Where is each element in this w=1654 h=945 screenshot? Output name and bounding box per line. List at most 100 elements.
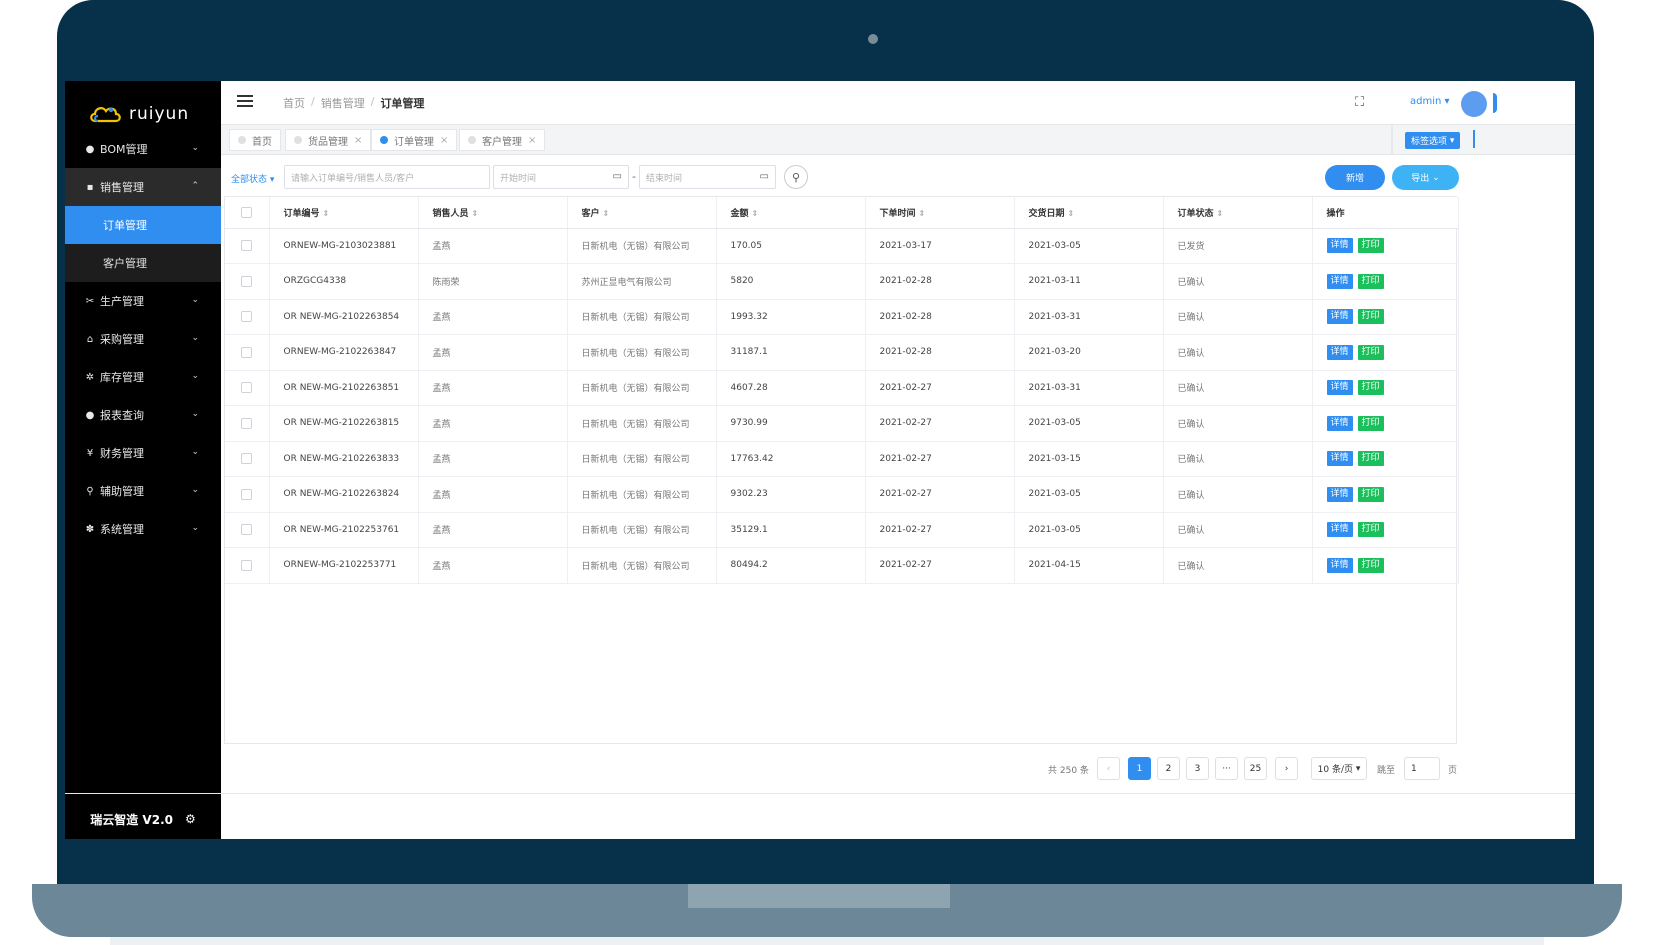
sidebar-subitem-customers[interactable]: 客户管理 <box>65 244 221 282</box>
tab-home[interactable]: 首页 <box>229 129 281 151</box>
select-all-checkbox[interactable] <box>241 206 253 218</box>
table-row[interactable]: OR NEW-MG-2102253761 孟燕 日新机电（无锡）有限公司 35129.… <box>225 512 1459 548</box>
row-checkbox[interactable] <box>241 559 253 571</box>
sidebar-item-sales[interactable]: ▪ 销售管理 ⌃ <box>65 168 221 206</box>
table-row[interactable]: ORNEW-MG-2103023881 孟燕 日新机电（无锡）有限公司 170.05 2… <box>225 228 1459 264</box>
detail-button[interactable]: 详情 <box>1326 451 1353 467</box>
column-header-amount[interactable]: 金额 ⇕ <box>716 197 866 229</box>
jump-page-input[interactable]: 1 <box>1404 757 1440 780</box>
row-checkbox[interactable] <box>241 240 253 252</box>
page-2-button[interactable]: 2 <box>1157 757 1180 780</box>
export-button[interactable]: 导出 ⌄ <box>1392 165 1459 190</box>
column-header-customer[interactable]: 客户 ⇕ <box>567 197 717 229</box>
table-row[interactable]: OR NEW-MG-2102263851 孟燕 日新机电（无锡）有限公司 4607.2… <box>225 370 1459 406</box>
table-row[interactable]: OR NEW-MG-2102263854 孟燕 日新机电（无锡）有限公司 1993.3… <box>225 299 1459 335</box>
page-size-label: 10 条/页 <box>1317 765 1353 775</box>
tab-options-divider <box>1391 125 1393 155</box>
print-button[interactable]: 打印 <box>1357 309 1384 325</box>
search-button[interactable]: ⚲ <box>784 165 808 189</box>
print-button[interactable]: 打印 <box>1357 522 1384 538</box>
date-range-separator: - <box>632 170 636 183</box>
column-header-delivery-date[interactable]: 交货日期 ⇕ <box>1014 197 1164 229</box>
detail-button[interactable]: 详情 <box>1326 238 1353 254</box>
row-checkbox[interactable] <box>241 275 253 287</box>
column-header-sales[interactable]: 销售人员 ⇕ <box>418 197 568 229</box>
print-button[interactable]: 打印 <box>1357 344 1384 360</box>
cloud-logo-icon <box>90 107 121 123</box>
row-checkbox-cell <box>225 228 270 264</box>
print-button[interactable]: 打印 <box>1357 415 1384 431</box>
logo-text: ruiyun <box>129 104 190 124</box>
row-checkbox[interactable] <box>241 417 253 429</box>
detail-button[interactable]: 详情 <box>1326 415 1353 431</box>
column-header-order-date[interactable]: 下单时间 ⇕ <box>865 197 1015 229</box>
table-row[interactable]: ORNEW-MG-2102263847 孟燕 日新机电（无锡）有限公司 31187.1… <box>225 334 1459 371</box>
sidebar-item-reports[interactable]: ● 报表查询 ⌄ <box>65 396 221 434</box>
print-button[interactable]: 打印 <box>1357 238 1384 254</box>
end-date-input[interactable]: 结束时间 ▭ <box>639 165 776 189</box>
settings-gear-icon[interactable]: ⚙ <box>185 812 196 826</box>
cell-amount: 35129.1 <box>716 512 866 548</box>
start-date-input[interactable]: 开始时间 ▭ <box>493 165 629 189</box>
print-button[interactable]: 打印 <box>1357 451 1384 467</box>
sidebar-item-production[interactable]: ✂ 生产管理 ⌄ <box>65 282 221 320</box>
tab-orders[interactable]: 订单管理 × <box>371 129 458 151</box>
status-filter-dropdown[interactable]: 全部状态 ▾ <box>231 172 274 185</box>
page-25-button[interactable]: 25 <box>1244 757 1267 780</box>
table-row[interactable]: OR NEW-MG-2102263815 孟燕 日新机电（无锡）有限公司 9730.9… <box>225 405 1459 442</box>
page-3-button[interactable]: 3 <box>1186 757 1209 780</box>
next-page-button[interactable]: › <box>1275 757 1298 780</box>
tab-goods[interactable]: 货品管理 × <box>285 129 372 151</box>
column-header-status[interactable]: 订单状态 ⇕ <box>1163 197 1313 229</box>
sidebar-item-label: 财务管理 <box>100 447 144 460</box>
table-row[interactable]: OR NEW-MG-2102263833 孟燕 日新机电（无锡）有限公司 17763.… <box>225 441 1459 477</box>
detail-button[interactable]: 详情 <box>1326 380 1353 396</box>
print-button[interactable]: 打印 <box>1357 273 1384 289</box>
page-size-select[interactable]: 10 条/页 ▾ <box>1311 757 1367 780</box>
sidebar-item-bom[interactable]: ● BOM管理 ⌄ <box>65 130 221 168</box>
sidebar-item-auxiliary[interactable]: ⚲ 辅助管理 ⌄ <box>65 472 221 510</box>
sidebar-subitem-orders[interactable]: 订单管理 <box>65 206 221 244</box>
prev-page-button[interactable]: ‹ <box>1097 757 1120 780</box>
sidebar-item-inventory[interactable]: ✲ 库存管理 ⌄ <box>65 358 221 396</box>
table-row[interactable]: ORZGCG4338 陈雨荣 苏州正显电气有限公司 5820 2021-02-28 202… <box>225 263 1459 300</box>
table-row[interactable]: ORNEW-MG-2102253771 孟燕 日新机电（无锡）有限公司 80494.2… <box>225 547 1459 584</box>
user-menu[interactable]: admin ▾ <box>1410 96 1450 107</box>
print-button[interactable]: 打印 <box>1357 486 1384 502</box>
detail-button[interactable]: 详情 <box>1326 486 1353 502</box>
row-checkbox[interactable] <box>241 382 253 394</box>
row-checkbox[interactable] <box>241 488 253 500</box>
print-button[interactable]: 打印 <box>1357 380 1384 396</box>
close-icon[interactable]: × <box>440 135 448 146</box>
fullscreen-icon[interactable]: ⛶ <box>1355 95 1364 110</box>
menu-toggle-icon[interactable] <box>237 95 253 107</box>
table-row[interactable]: OR NEW-MG-2102263824 孟燕 日新机电（无锡）有限公司 9302.2… <box>225 476 1459 513</box>
column-header-order-no[interactable]: 订单编号 ⇕ <box>269 197 419 229</box>
breadcrumb-sales[interactable]: 销售管理 <box>321 95 365 111</box>
sidebar-item-finance[interactable]: ¥ 财务管理 ⌄ <box>65 434 221 472</box>
cell-delivery-date: 2021-03-15 <box>1014 441 1164 477</box>
tab-customers[interactable]: 客户管理 × <box>459 129 546 151</box>
detail-button[interactable]: 详情 <box>1326 557 1353 573</box>
sidebar-item-purchase[interactable]: ⌂ 采购管理 ⌄ <box>65 320 221 358</box>
page-1-button[interactable]: 1 <box>1128 757 1151 780</box>
detail-button[interactable]: 详情 <box>1326 273 1353 289</box>
avatar[interactable] <box>1461 91 1487 117</box>
row-checkbox[interactable] <box>241 346 253 358</box>
close-icon[interactable]: × <box>528 135 536 146</box>
row-checkbox[interactable] <box>241 311 253 323</box>
detail-button[interactable]: 详情 <box>1326 309 1353 325</box>
detail-button[interactable]: 详情 <box>1326 344 1353 360</box>
print-button[interactable]: 打印 <box>1357 557 1384 573</box>
sidebar-item-system[interactable]: ✽ 系统管理 ⌄ <box>65 510 221 548</box>
search-input[interactable]: 请输入订单编号/销售人员/客户 <box>284 165 490 189</box>
tab-options-button[interactable]: 标签选项 ▾ <box>1405 132 1461 149</box>
page-ellipsis[interactable]: ··· <box>1215 757 1238 780</box>
logo[interactable]: ruiyun <box>89 99 189 129</box>
breadcrumb-home[interactable]: 首页 <box>283 95 305 111</box>
add-order-button[interactable]: 新增 <box>1325 165 1385 190</box>
row-checkbox[interactable] <box>241 524 253 536</box>
row-checkbox[interactable] <box>241 453 253 465</box>
detail-button[interactable]: 详情 <box>1326 522 1353 538</box>
close-icon[interactable]: × <box>354 135 362 146</box>
